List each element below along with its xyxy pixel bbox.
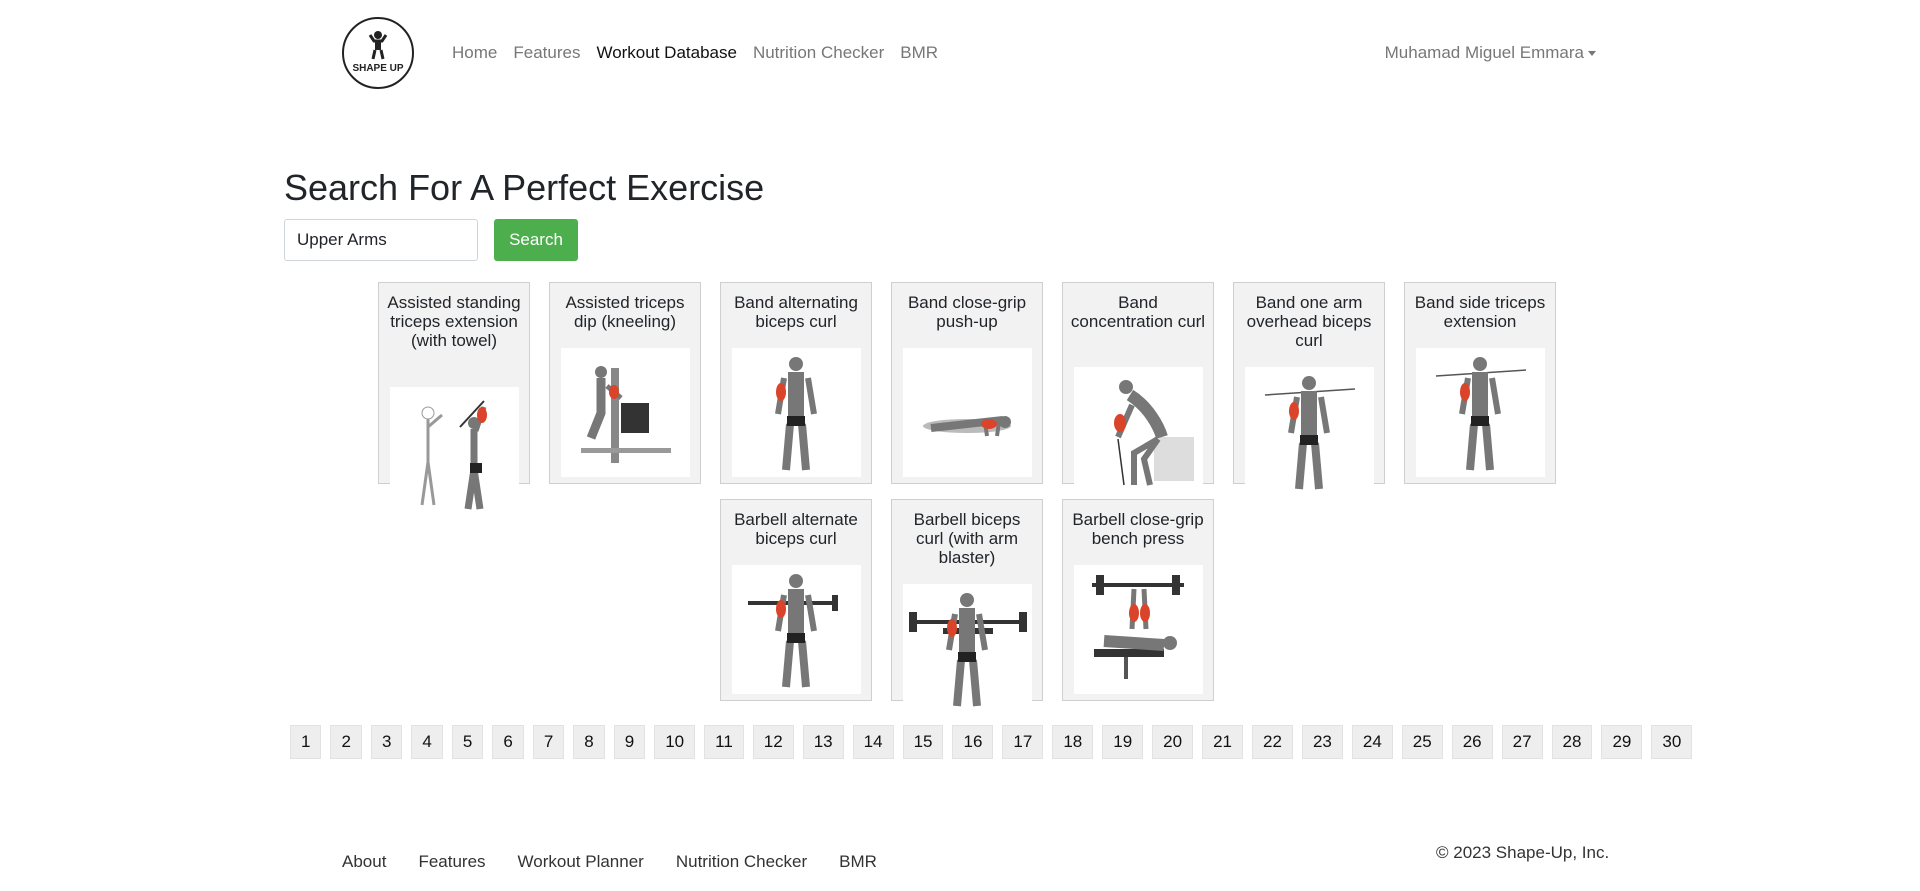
page-link-2[interactable]: 2 <box>330 725 362 759</box>
exercise-title: Assisted triceps dip (kneeling) <box>565 293 685 331</box>
page-link-15[interactable]: 15 <box>902 725 944 759</box>
nav-home[interactable]: Home <box>452 42 497 64</box>
page-link-19[interactable]: 19 <box>1102 725 1144 759</box>
exercise-illustration <box>1074 367 1203 496</box>
exercise-card[interactable]: Band concentration curl <box>1062 282 1214 496</box>
footer-nutrition-checker[interactable]: Nutrition Checker <box>676 851 807 873</box>
search-button[interactable]: Search <box>494 219 578 261</box>
nav-bmr[interactable]: BMR <box>900 42 938 64</box>
nav-workout-database[interactable]: Workout Database <box>596 42 736 64</box>
page-link-3[interactable]: 3 <box>370 725 403 759</box>
page-link-28[interactable]: 28 <box>1551 725 1593 759</box>
page-link-25[interactable]: 25 <box>1401 725 1443 759</box>
page-link-6[interactable]: 6 <box>492 725 524 759</box>
exercise-card[interactable]: Assisted triceps dip (kneeling) <box>549 282 701 484</box>
page-link-29[interactable]: 29 <box>1601 725 1643 759</box>
exercise-card[interactable]: Assisted standing triceps extension (wit… <box>378 282 530 516</box>
page-link-12[interactable]: 12 <box>752 725 794 759</box>
exercise-title: Band concentration curl <box>1070 293 1206 331</box>
page-link-16[interactable]: 16 <box>952 725 994 759</box>
exercise-illustration <box>903 348 1032 477</box>
page-link-14[interactable]: 14 <box>852 725 894 759</box>
exercise-illustration <box>561 348 690 477</box>
exercise-card[interactable]: Band side triceps extension <box>1404 282 1556 484</box>
page-link-1[interactable]: 1 <box>290 725 322 759</box>
exercise-title: Band alternating biceps curl <box>734 293 858 331</box>
nav-features[interactable]: Features <box>513 42 580 64</box>
logo-text: SHAPE UP <box>352 63 403 74</box>
page-link-24[interactable]: 24 <box>1351 725 1393 759</box>
exercise-title: Band close-grip push-up <box>907 293 1027 331</box>
exercise-card[interactable]: Band alternating biceps curl <box>720 282 872 484</box>
footer-about[interactable]: About <box>342 851 386 873</box>
exercise-card[interactable]: Barbell alternate biceps curl <box>720 499 872 701</box>
exercise-card[interactable]: Band close-grip push-up <box>891 282 1043 484</box>
footer-links: About Features Workout Planner Nutrition… <box>342 851 909 873</box>
exercise-illustration <box>1416 348 1545 477</box>
exercise-title: Band one arm overhead biceps curl <box>1246 293 1372 350</box>
nav-nutrition-checker[interactable]: Nutrition Checker <box>753 42 884 64</box>
caret-down-icon <box>1588 50 1596 56</box>
page-link-22[interactable]: 22 <box>1252 725 1293 759</box>
page-link-4[interactable]: 4 <box>411 725 443 759</box>
brand-logo[interactable]: SHAPE UP <box>342 17 414 89</box>
page-link-7[interactable]: 7 <box>532 725 565 759</box>
page-link-30[interactable]: 30 <box>1651 725 1693 759</box>
page-link-20[interactable]: 20 <box>1152 725 1194 759</box>
exercise-illustration <box>1245 367 1374 496</box>
page-link-18[interactable]: 18 <box>1052 725 1094 759</box>
exercise-title: Barbell close-grip bench press <box>1072 510 1204 548</box>
exercise-illustration <box>732 565 861 694</box>
exercise-title: Band side triceps extension <box>1414 293 1546 331</box>
exercise-illustration <box>732 348 861 477</box>
footer-workout-planner[interactable]: Workout Planner <box>518 851 644 873</box>
copyright: © 2023 Shape-Up, Inc. <box>1436 843 1610 862</box>
page-link-13[interactable]: 13 <box>802 725 844 759</box>
search-input[interactable] <box>284 219 478 261</box>
page-link-5[interactable]: 5 <box>451 725 484 759</box>
page-link-11[interactable]: 11 <box>704 725 744 759</box>
page-link-8[interactable]: 8 <box>573 725 605 759</box>
user-menu-dropdown[interactable]: Muhamad Miguel Emmara <box>1385 42 1596 64</box>
page-link-9[interactable]: 9 <box>613 725 646 759</box>
exercise-illustration <box>903 584 1032 713</box>
page-link-26[interactable]: 26 <box>1451 725 1493 759</box>
page-link-23[interactable]: 23 <box>1301 725 1343 759</box>
exercise-title: Assisted standing triceps extension (wit… <box>387 293 521 350</box>
footer-bmr[interactable]: BMR <box>839 851 877 873</box>
nav-links: Home Features Workout Database Nutrition… <box>452 42 954 64</box>
exercise-card[interactable]: Barbell close-grip bench press <box>1062 499 1214 701</box>
exercise-card[interactable]: Band one arm overhead biceps curl <box>1233 282 1385 496</box>
exercise-illustration <box>1074 565 1203 694</box>
footer-features[interactable]: Features <box>418 851 485 873</box>
page-link-10[interactable]: 10 <box>654 725 696 759</box>
pagination: 1 2 3 4 5 6 7 8 9 10 11 12 13 14 15 16 17 18 19 20 21 22 23 24 2… <box>290 725 1701 759</box>
exercise-title: Barbell biceps curl (with arm blaster) <box>913 510 1021 567</box>
exercise-illustration <box>390 387 519 516</box>
page-link-21[interactable]: 21 <box>1202 725 1244 759</box>
page-link-17[interactable]: 17 <box>1002 725 1044 759</box>
navbar: SHAPE UP Home Features Workout Database … <box>0 0 1920 106</box>
page-link-27[interactable]: 27 <box>1501 725 1543 759</box>
page-title: Search For A Perfect Exercise <box>284 167 765 208</box>
user-name: Muhamad Miguel Emmara <box>1384 43 1584 62</box>
exercise-title: Barbell alternate biceps curl <box>734 510 858 548</box>
exercise-card[interactable]: Barbell biceps curl (with arm blaster) <box>891 499 1043 713</box>
